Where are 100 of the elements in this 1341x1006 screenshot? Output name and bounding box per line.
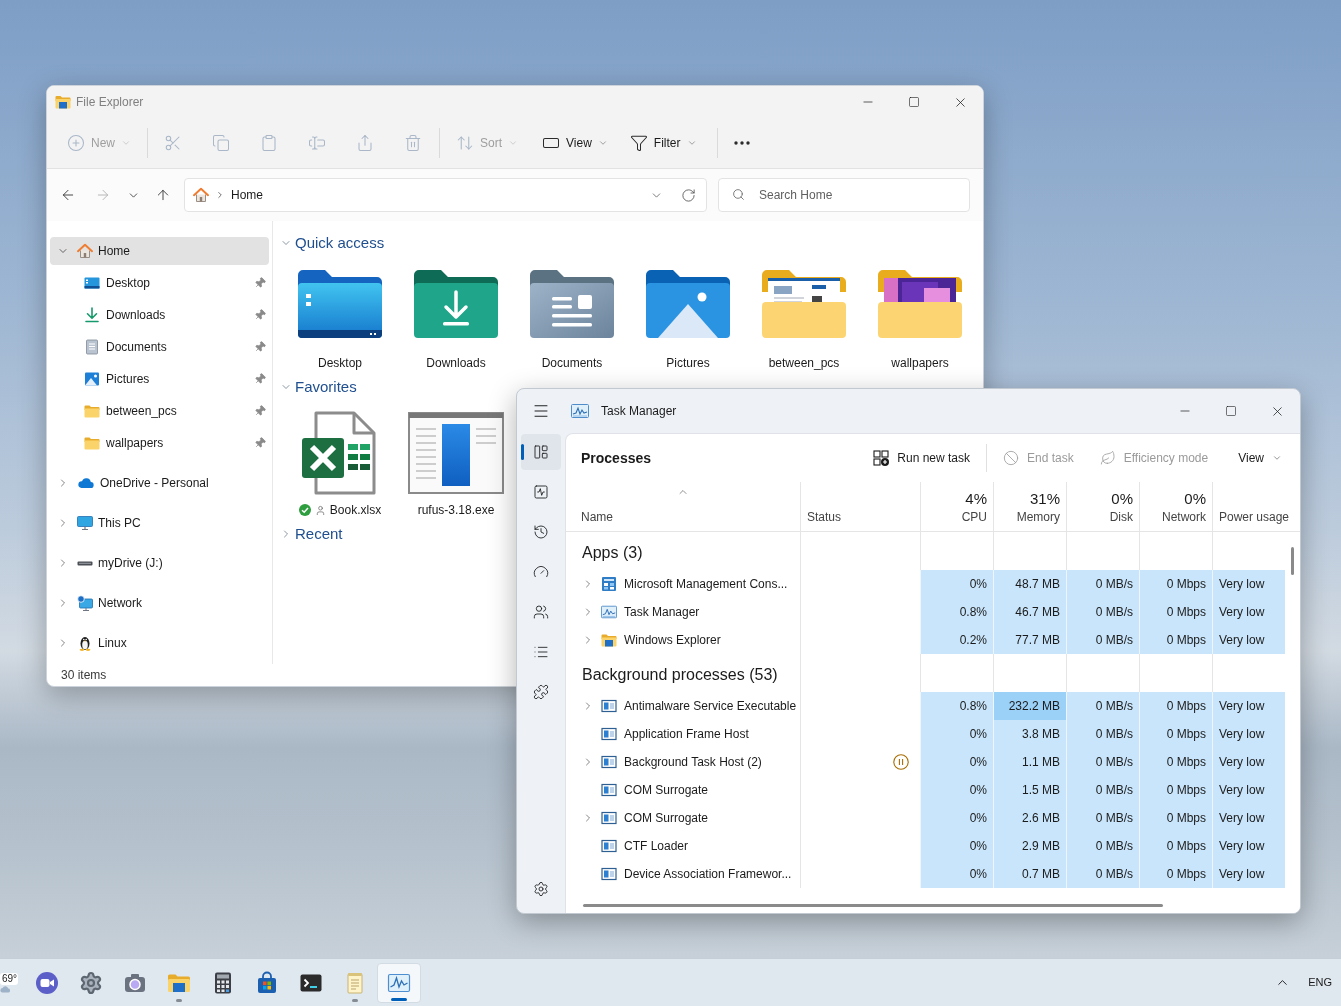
folder-icon <box>84 403 100 419</box>
process-name: Application Frame Host <box>624 726 749 743</box>
chart-window-icon <box>601 605 617 619</box>
table-cell: 48.7 MB <box>993 570 1066 598</box>
table-cell: 0 MB/s <box>1066 860 1139 888</box>
sidebar-item[interactable]: myDrive (J:) <box>50 549 269 577</box>
table-cell: 1.5 MB <box>993 776 1066 804</box>
leaf-icon <box>1099 450 1116 466</box>
window-icon <box>601 866 617 882</box>
window-icon <box>601 754 617 770</box>
toolbar-button[interactable]: Run new task <box>865 442 978 474</box>
sort-arrows-icon <box>456 134 474 152</box>
table-cell: Very low <box>1212 776 1285 804</box>
table-cell: 3.8 MB <box>993 720 1066 748</box>
folder-tile[interactable]: Downloads <box>398 254 514 376</box>
column-header[interactable]: Status <box>800 482 920 531</box>
sidebar-item[interactable]: Documents <box>50 333 269 361</box>
section-header[interactable]: Quick access <box>280 232 385 254</box>
column-total: 31% <box>1029 489 1060 509</box>
file-tile[interactable]: rufus-3.18.exe <box>398 398 514 523</box>
column-total: 4% <box>965 489 987 509</box>
column-header[interactable]: 0% Disk <box>1066 482 1139 531</box>
menu-icon <box>532 402 550 420</box>
column-header[interactable]: 4% CPU <box>920 482 993 531</box>
address-bar[interactable]: Home <box>184 178 707 212</box>
maximize-icon <box>1225 405 1237 417</box>
nav-button[interactable] <box>521 434 561 470</box>
plus-circle-icon <box>67 134 85 152</box>
table-cell: 0.8% <box>920 598 993 626</box>
house-icon <box>77 243 93 259</box>
table-cell: 0 MB/s <box>1066 570 1139 598</box>
search-field[interactable]: Search Home <box>718 178 970 212</box>
column-label: Disk <box>1109 509 1133 525</box>
view-menu-button[interactable]: View <box>1230 442 1290 474</box>
table-cell: Very low <box>1212 804 1285 832</box>
gear-icon <box>79 970 103 995</box>
file-tile[interactable]: Book.xlsx <box>282 398 398 523</box>
weather-widget[interactable]: 69° <box>0 962 25 1003</box>
table-cell: 1.1 MB <box>993 748 1066 776</box>
monitor-icon <box>77 515 93 531</box>
language-indicator[interactable]: ENG <box>1308 974 1332 991</box>
arrow-left-icon <box>60 187 76 203</box>
settings-icon <box>533 881 549 897</box>
sidebar-item[interactable]: Network <box>50 589 269 617</box>
chevron-right-icon <box>215 190 225 200</box>
folder-icon <box>55 95 71 109</box>
sidebar-item[interactable]: Linux <box>50 629 269 657</box>
section-header[interactable]: Favorites <box>280 376 357 398</box>
desktop-icon <box>84 275 100 291</box>
column-header[interactable]: Name <box>566 482 800 531</box>
shopping-bag-icon <box>255 970 279 995</box>
group-title: Apps (3) <box>582 543 643 563</box>
sidebar-item[interactable]: Home <box>50 237 269 265</box>
folder-tile[interactable]: Desktop <box>282 254 398 376</box>
table-cell: 0.2% <box>920 626 993 654</box>
table-cell: Very low <box>1212 860 1285 888</box>
cloud-icon <box>0 984 10 993</box>
house-icon <box>193 187 209 203</box>
scrollbar-thumb[interactable] <box>1291 547 1294 575</box>
table-cell: Very low <box>1212 720 1285 748</box>
window-icon <box>601 810 617 826</box>
maximize-icon <box>908 96 920 108</box>
scrollbar-thumb[interactable] <box>583 904 1163 907</box>
trash-icon <box>404 134 422 152</box>
breadcrumb[interactable]: Home <box>231 186 263 204</box>
sidebar-item[interactable]: This PC <box>50 509 269 537</box>
grid-plus-icon <box>873 450 890 466</box>
view-button[interactable]: View <box>534 125 616 161</box>
table-cell: 0% <box>920 804 993 832</box>
sidebar-item[interactable]: Desktop <box>50 269 269 297</box>
chevron-down-icon <box>508 138 519 148</box>
table-cell: 77.7 MB <box>993 626 1066 654</box>
download-icon <box>84 307 100 323</box>
document-icon <box>84 339 100 355</box>
table-cell: Very low <box>1212 626 1285 654</box>
folder-preview-icon <box>878 270 962 338</box>
picture-folder-icon <box>646 270 730 338</box>
sidebar-item[interactable]: between_pcs <box>50 397 269 425</box>
process-name: Device Association Framewor... <box>624 866 792 883</box>
column-header[interactable]: 31% Memory <box>993 482 1066 531</box>
table-cell: 0 MB/s <box>1066 832 1139 860</box>
folder-tile[interactable]: between_pcs <box>746 254 862 376</box>
table-cell: Very low <box>1212 598 1285 626</box>
taskbar-button[interactable] <box>377 962 421 1003</box>
folder-tile[interactable]: wallpapers <box>862 254 978 376</box>
grid-window-icon <box>601 576 617 592</box>
sidebar-item[interactable]: OneDrive - Personal <box>50 469 269 497</box>
column-header[interactable]: 0% Network <box>1139 482 1212 531</box>
folder-tile[interactable]: Pictures <box>630 254 746 376</box>
table-cell: 0 MB/s <box>1066 692 1139 720</box>
chart-window-icon <box>571 404 589 418</box>
filter-button[interactable]: Filter <box>621 125 705 161</box>
chevron-down-icon <box>121 138 131 148</box>
sidebar-item[interactable]: wallpapers <box>50 429 269 457</box>
sidebar-item[interactable]: Pictures <box>50 365 269 393</box>
folder-preview-icon <box>762 270 846 338</box>
sidebar-item[interactable]: Downloads <box>50 301 269 329</box>
folder-tile[interactable]: Documents <box>514 254 630 376</box>
table-cell: 0 MB/s <box>1066 626 1139 654</box>
section-header[interactable]: Recent <box>280 523 343 545</box>
